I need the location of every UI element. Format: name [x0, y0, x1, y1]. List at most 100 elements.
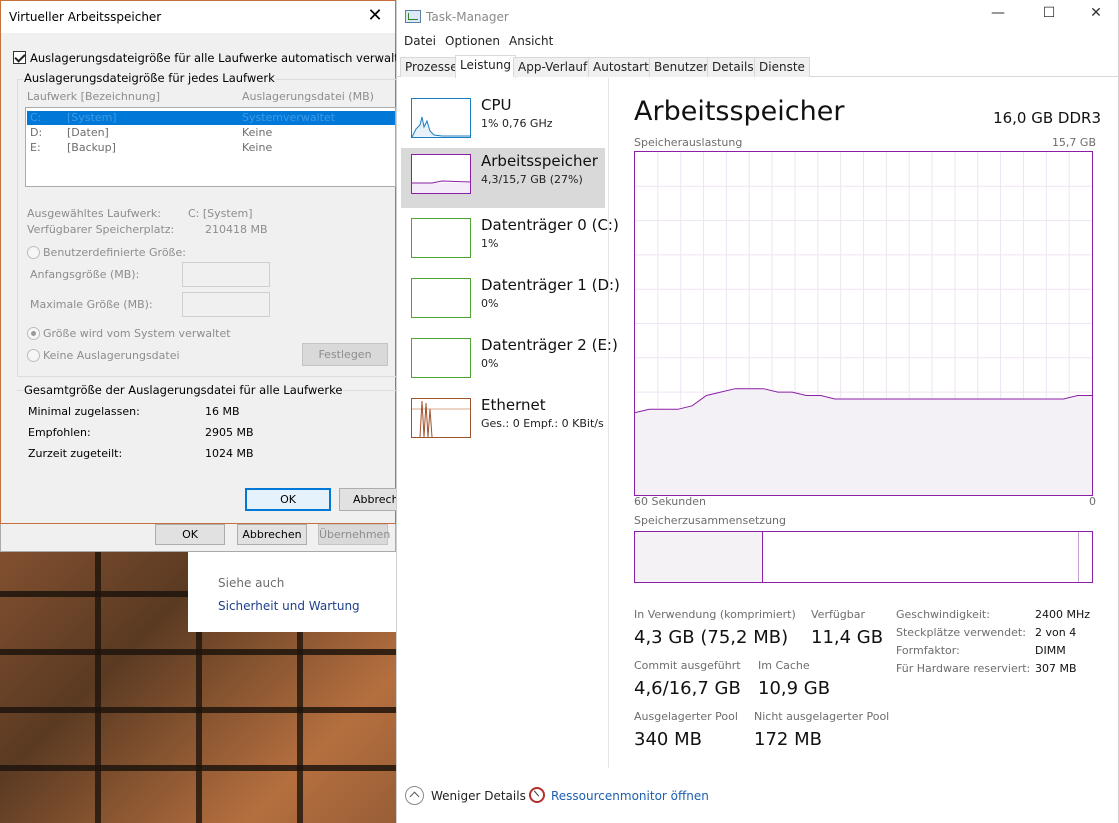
resource-memory[interactable]: Arbeitsspeicher 4,3/15,7 GB (27%) [401, 148, 605, 208]
hw-reserved-label: Für Hardware reserviert: [896, 662, 1031, 675]
resource-list: CPU 1% 0,76 GHz Arbeitsspeicher 4,3/15,7… [397, 78, 620, 768]
memory-composition-bar [634, 531, 1093, 583]
paged-pool-label: Ausgelagerter Pool [634, 710, 738, 723]
drive-list[interactable]: C: [System] Systemverwaltet D: [Daten] K… [25, 107, 396, 187]
max-size-label: Maximale Größe (MB): [30, 298, 153, 311]
drive-letter: D: [30, 126, 43, 139]
close-icon[interactable]: ✕ [363, 5, 387, 26]
minimize-icon[interactable]: — [983, 5, 1013, 21]
allocated-label: Zurzeit zugeteilt: [28, 447, 123, 460]
resource-detail: 0% [481, 357, 499, 370]
chevron-up-icon[interactable] [405, 786, 424, 805]
drive-row[interactable]: C: [System] Systemverwaltet [27, 111, 395, 125]
menu-file[interactable]: Datei [404, 34, 436, 48]
paged-pool-value: 340 MB [634, 729, 702, 750]
drive-pagefile: Keine [242, 126, 273, 139]
in-use-value: 4,3 GB (75,2 MB) [634, 627, 789, 648]
available-value: 11,4 GB [811, 627, 884, 648]
ok-button[interactable]: OK [245, 488, 331, 511]
fewer-details-button[interactable]: Weniger Details [431, 789, 526, 803]
resource-detail: 0% [481, 297, 499, 310]
memory-detail-pane: Arbeitsspeicher 16,0 GB DDR3 Speicheraus… [634, 78, 1101, 768]
tm-title: Task-Manager [426, 10, 509, 24]
tab-performance[interactable]: Leistung [455, 55, 516, 78]
memory-title: Arbeitsspeicher [634, 96, 845, 127]
tab-processes[interactable]: Prozesse [400, 57, 463, 77]
auto-manage-checkbox[interactable] [13, 51, 26, 64]
drive-row[interactable]: D: [Daten] Keine [27, 126, 395, 140]
usage-area [635, 388, 1092, 495]
open-resource-monitor-link[interactable]: Ressourcenmonitor öffnen [551, 789, 709, 803]
no-pagefile-label: Keine Auslagerungsdatei [43, 349, 180, 362]
custom-size-radio[interactable] [27, 246, 40, 259]
initial-size-input[interactable] [182, 262, 270, 287]
commit-label: Commit ausgeführt [634, 659, 741, 672]
menu-options[interactable]: Optionen [445, 34, 500, 48]
virtual-memory-dialog: Virtueller Arbeitsspeicher ✕ Auslagerung… [0, 0, 413, 524]
resource-disk-0[interactable]: Datenträger 0 (C:) 1% [401, 212, 619, 272]
menu-view[interactable]: Ansicht [509, 34, 553, 48]
see-also-heading: Siehe auch [218, 576, 285, 590]
maximize-icon[interactable]: ☐ [1034, 5, 1064, 21]
resource-cpu[interactable]: CPU 1% 0,76 GHz [401, 92, 605, 152]
free-space-label: Verfügbarer Speicherplatz: [27, 223, 175, 236]
vm-titlebar[interactable]: Virtueller Arbeitsspeicher ✕ [1, 1, 395, 33]
resource-detail: 1% [481, 237, 499, 250]
drive-row[interactable]: E: [Backup] Keine [27, 141, 395, 155]
sysprops-ok-button[interactable]: OK [155, 524, 225, 545]
selected-drive-label: Ausgewähltes Laufwerk: [27, 207, 161, 220]
available-label: Verfügbar [811, 608, 866, 621]
drive-pagefile: Keine [242, 141, 273, 154]
memory-thumbnail [411, 154, 471, 194]
no-pagefile-radio[interactable] [27, 349, 40, 362]
form-factor-value: DIMM [1035, 644, 1066, 657]
cpu-thumbnail-graph [412, 116, 470, 137]
resource-name: Datenträger 0 (C:) [481, 216, 619, 234]
close-icon[interactable]: ✕ [1081, 5, 1111, 21]
tab-startup[interactable]: Autostart [588, 57, 654, 77]
usage-caption: Speicherauslastung [634, 136, 743, 149]
total-size-group-title: Gesamtgröße der Auslagerungsdatei für al… [23, 383, 344, 397]
resource-monitor-icon [529, 787, 545, 803]
col-pagefile-header: Auslagerungsdatei (MB) [242, 90, 374, 103]
nonpaged-pool-label: Nicht ausgelagerter Pool [754, 710, 890, 723]
recommended-label: Empfohlen: [28, 426, 91, 439]
task-manager-window: Task-Manager — ☐ ✕ Datei Optionen Ansich… [396, 0, 1119, 823]
tab-details[interactable]: Details [707, 57, 759, 77]
cancel-button[interactable]: Abbrech [339, 488, 397, 511]
system-managed-radio[interactable] [27, 327, 40, 340]
sysprops-apply-button: Übernehmen [318, 524, 390, 545]
tm-footer: Weniger Details Ressourcenmonitor öffnen [397, 778, 1119, 813]
sysprops-cancel-button[interactable]: Abbrechen [237, 524, 307, 545]
recommended-value: 2905 MB [205, 426, 254, 439]
tm-titlebar[interactable]: Task-Manager — ☐ ✕ [397, 0, 1118, 32]
resource-disk-2[interactable]: Datenträger 2 (E:) 0% [401, 332, 618, 392]
disk-0-thumbnail [411, 218, 471, 258]
resource-ethernet[interactable]: Ethernet Ges.: 0 Empf.: 0 KBit/s [401, 392, 605, 452]
security-maintenance-link[interactable]: Sicherheit und Wartung [218, 599, 360, 613]
tab-app-history[interactable]: App-Verlauf [513, 57, 593, 77]
max-size-input[interactable] [182, 292, 270, 317]
composition-caption: Speicherzusammensetzung [634, 514, 786, 527]
resource-name: Arbeitsspeicher [481, 152, 598, 170]
resource-disk-1[interactable]: Datenträger 1 (D:) 0% [401, 272, 620, 332]
time-left-label: 60 Sekunden [634, 495, 706, 508]
ethernet-thumbnail-graph [412, 400, 470, 437]
resource-detail: Ges.: 0 Empf.: 0 KBit/s [481, 417, 604, 430]
resource-detail: 4,3/15,7 GB (27%) [481, 173, 583, 186]
disk-2-thumbnail [411, 338, 471, 378]
drive-pagefile: Systemverwaltet [242, 111, 336, 124]
cached-value: 10,9 GB [758, 678, 831, 699]
memory-usage-graph [634, 151, 1093, 496]
resource-name: Datenträger 2 (E:) [481, 336, 618, 354]
tab-services[interactable]: Dienste [754, 57, 810, 77]
tab-bar: Prozesse Leistung App-Verlauf Autostart … [397, 55, 1119, 78]
disk-1-thumbnail [411, 278, 471, 318]
tab-users[interactable]: Benutzer [649, 57, 714, 77]
control-panel-pane: Siehe auch Sicherheit und Wartung [188, 552, 396, 632]
allocated-value: 1024 MB [205, 447, 254, 460]
cached-label: Im Cache [758, 659, 810, 672]
custom-size-label: Benutzerdefinierte Größe: [43, 246, 186, 259]
task-manager-icon [405, 10, 421, 23]
in-use-label: In Verwendung (komprimiert) [634, 608, 796, 621]
